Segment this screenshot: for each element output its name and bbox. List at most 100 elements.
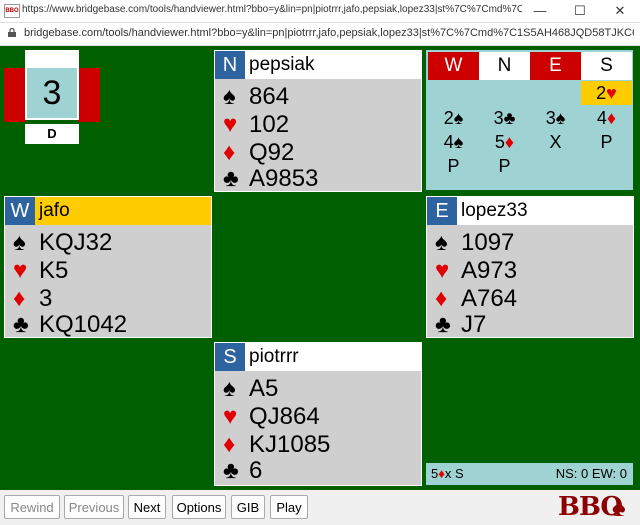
bid-double[interactable]: X (530, 130, 581, 154)
seat-badge-south: S (215, 343, 245, 371)
previous-button[interactable]: Previous (64, 495, 124, 519)
club-icon: ♣ (223, 457, 239, 484)
cards-spades[interactable]: KQJ32 (39, 229, 112, 256)
bidding-box: W N E S 2♥ 2♠ 3♣ 3♠ 4♦ 4♠ 5♦ X P P P (426, 50, 633, 190)
spade-icon: ♠ (453, 132, 464, 152)
close-button[interactable]: ✕ (600, 0, 640, 22)
board-dealer: D (25, 124, 79, 144)
bid-level: 2 (443, 108, 454, 128)
window-title: https://www.bridgebase.com/tools/handvie… (22, 4, 522, 15)
diamond-icon: ♦ (223, 139, 236, 166)
suit-row-clubs: ♣ KQ1042 (13, 311, 127, 339)
bid-pass[interactable]: P (479, 154, 530, 178)
heart-icon: ♥ (435, 257, 450, 284)
cards-spades[interactable]: A5 (249, 375, 278, 402)
spade-icon: ♠ (555, 108, 566, 128)
cards-clubs[interactable]: A9853 (249, 165, 318, 192)
cards-hearts[interactable]: A973 (461, 257, 517, 284)
cards-hearts[interactable]: QJ864 (249, 403, 320, 430)
heart-icon: ♥ (223, 403, 238, 430)
contract: 5♦x S (431, 463, 464, 485)
cards-spades[interactable]: 1097 (461, 229, 514, 256)
hand-east: E lopez33 ♠ 1097 ♥ A973 ♦ A764 ♣ J7 (426, 196, 634, 338)
diamond-icon: ♦ (606, 108, 617, 128)
bid-opening[interactable]: 2♥ (581, 81, 632, 105)
control-bar: Rewind Previous Next Options GIB Play BB… (0, 490, 640, 525)
suit-row-clubs: ♣ J7 (435, 311, 486, 339)
bid-cell[interactable]: 3♠ (530, 106, 581, 130)
bid-header-south: S (581, 52, 632, 80)
spade-icon: ♠ (435, 229, 448, 256)
heart-icon: ♥ (606, 83, 617, 103)
seat-badge-east: E (427, 197, 457, 225)
player-name-east: lopez33 (461, 200, 528, 221)
maximize-button[interactable]: ☐ (560, 0, 600, 22)
bid-level: 5 (494, 132, 505, 152)
rewind-button[interactable]: Rewind (4, 495, 60, 519)
bid-cell[interactable]: 2♠ (428, 106, 479, 130)
club-icon: ♣ (435, 311, 451, 338)
bid-cell[interactable]: 4♦ (581, 106, 632, 130)
bid-header-north: N (479, 52, 530, 80)
bridge-table: 3 D N pepsiak ♠ 864 ♥ 102 ♦ Q92 ♣ A9853 W ja… (0, 46, 640, 490)
cards-hearts[interactable]: K5 (39, 257, 68, 284)
player-header: W jafo (5, 197, 211, 225)
suit-row-diamonds: ♦ A764 (435, 285, 517, 313)
contract-rest: x S (444, 466, 464, 481)
spade-icon: ♠ (223, 375, 236, 402)
next-button[interactable]: Next (128, 495, 166, 519)
suit-row-spades: ♠ KQJ32 (13, 229, 112, 257)
bbo-favicon-icon: BBO (4, 4, 20, 18)
spade-icon: ♠ (223, 83, 236, 110)
minimize-button[interactable]: — (520, 0, 560, 22)
play-button[interactable]: Play (270, 495, 308, 519)
score: NS: 0 EW: 0 (555, 466, 627, 481)
address-bar[interactable]: bridgebase.com/tools/handviewer.html?bbo… (0, 23, 640, 46)
cards-diamonds[interactable]: KJ1085 (249, 431, 330, 458)
bid-pass[interactable]: P (428, 154, 479, 178)
cards-clubs[interactable]: 6 (249, 457, 262, 484)
club-icon: ♣ (13, 311, 29, 338)
bid-cell[interactable]: 4♠ (428, 130, 479, 154)
options-button[interactable]: Options (172, 495, 226, 519)
diamond-icon: ♦ (13, 285, 26, 312)
lock-icon (8, 28, 16, 37)
board-number: 3 (25, 66, 79, 120)
board-vul-east (78, 68, 100, 122)
seat-badge-west: W (5, 197, 35, 225)
bid-header-east: E (530, 52, 581, 80)
cards-diamonds[interactable]: 3 (39, 285, 52, 312)
cards-diamonds[interactable]: A764 (461, 285, 517, 312)
cards-spades[interactable]: 864 (249, 83, 289, 110)
cards-diamonds[interactable]: Q92 (249, 139, 294, 166)
bid-level: 3 (545, 108, 556, 128)
hand-north: N pepsiak ♠ 864 ♥ 102 ♦ Q92 ♣ A9853 (214, 50, 422, 192)
suit-row-diamonds: ♦ Q92 (223, 139, 294, 167)
bid-cell[interactable]: 3♣ (479, 106, 530, 130)
suit-row-hearts: ♥ A973 (435, 257, 517, 285)
bid-level: 3 (493, 108, 504, 128)
hand-west: W jafo ♠ KQJ32 ♥ K5 ♦ 3 ♣ KQ1042 (4, 196, 212, 338)
spade-icon: ♠ (453, 108, 464, 128)
cards-hearts[interactable]: 102 (249, 111, 289, 138)
suit-row-spades: ♠ 864 (223, 83, 289, 111)
diamond-icon: ♦ (435, 285, 448, 312)
diamond-icon: ♦ (504, 132, 515, 152)
url-text[interactable]: bridgebase.com/tools/handviewer.html?bbo… (24, 27, 634, 39)
seat-badge-north: N (215, 51, 245, 79)
bid-level: 2 (596, 83, 607, 103)
bid-cell[interactable]: 5♦ (479, 130, 530, 154)
heart-icon: ♥ (13, 257, 28, 284)
suit-row-hearts: ♥ 102 (223, 111, 289, 139)
bid-pass[interactable]: P (581, 130, 632, 154)
cards-clubs[interactable]: KQ1042 (39, 311, 127, 338)
suit-row-hearts: ♥ QJ864 (223, 403, 320, 431)
player-header: E lopez33 (427, 197, 633, 225)
board-vul-west (4, 68, 26, 122)
suit-row-diamonds: ♦ KJ1085 (223, 431, 330, 459)
player-name-north: pepsiak (249, 54, 315, 75)
club-icon: ♣ (223, 165, 239, 192)
gib-button[interactable]: GIB (231, 495, 265, 519)
cards-clubs[interactable]: J7 (461, 311, 486, 338)
bid-level: 4 (443, 132, 454, 152)
